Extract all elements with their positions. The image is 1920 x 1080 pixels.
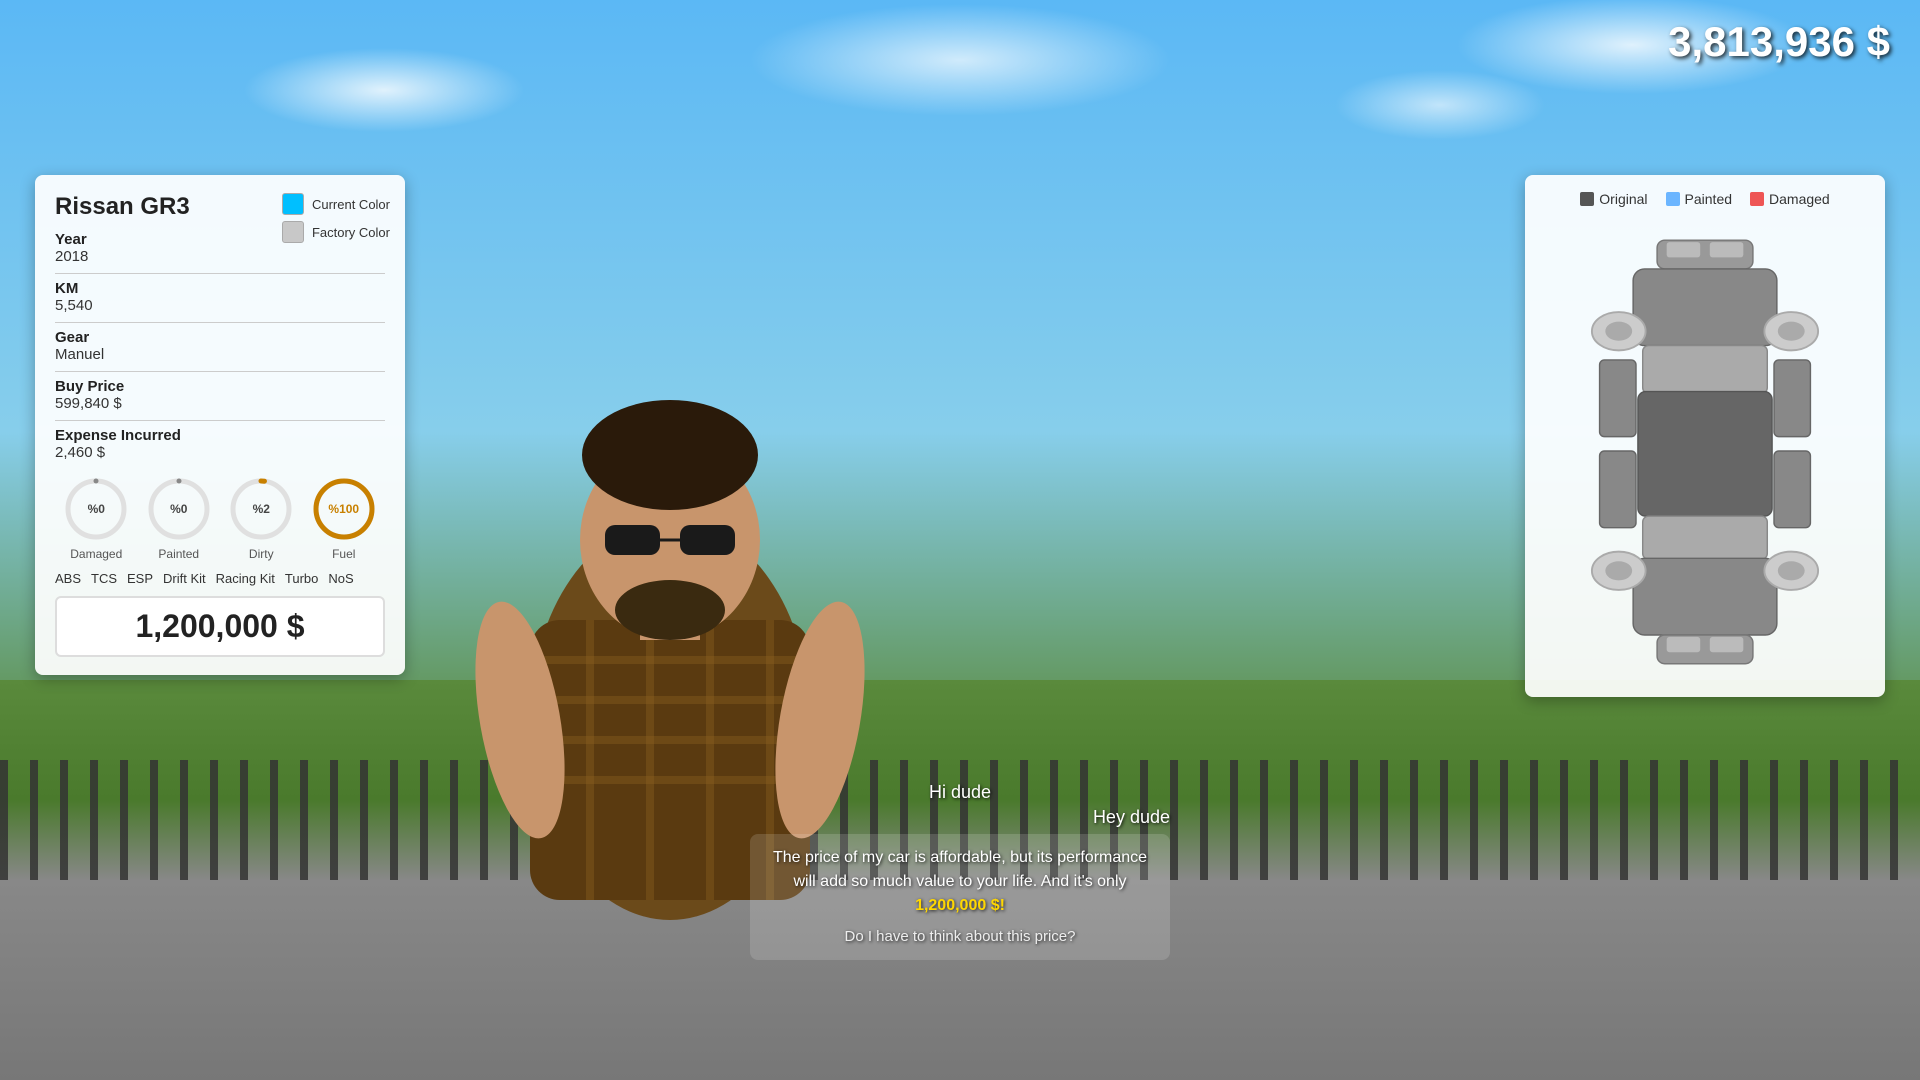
gauges-row: %0 Damaged %0 Painted %2 — [55, 475, 385, 561]
mod-abs: ABS — [55, 571, 81, 586]
legend-damaged-dot — [1750, 192, 1764, 206]
legend-painted-dot — [1666, 192, 1680, 206]
price-highlight: 1,200,000 $! — [915, 897, 1005, 914]
player-chat: Hi dude — [750, 782, 1170, 803]
npc-pitch-text: The price of my car is affordable, but i… — [773, 849, 1147, 914]
gear-label: Gear — [55, 329, 385, 346]
expense-label: Expense Incurred — [55, 427, 385, 444]
legend-original-dot — [1580, 192, 1594, 206]
mod-turbo: Turbo — [285, 571, 318, 586]
diagram-legend: Original Painted Damaged — [1539, 191, 1871, 207]
mod-tcs: TCS — [91, 571, 117, 586]
gauge-dirty: %2 Dirty — [227, 475, 295, 561]
divider-1 — [55, 273, 385, 274]
legend-original: Original — [1580, 191, 1647, 207]
gauge-painted-label: Painted — [158, 547, 199, 561]
gauge-painted: %0 Painted — [145, 475, 213, 561]
km-value: 5,540 — [55, 297, 385, 314]
divider-2 — [55, 322, 385, 323]
expense-section: Expense Incurred 2,460 $ — [55, 427, 385, 461]
legend-damaged: Damaged — [1750, 191, 1830, 207]
legend-painted-label: Painted — [1685, 191, 1732, 207]
km-label: KM — [55, 280, 385, 297]
mod-esp: ESP — [127, 571, 153, 586]
current-color-swatch — [282, 193, 304, 215]
buy-price-label: Buy Price — [55, 378, 385, 395]
chat-box: Hi dude Hey dude The price of my car is … — [750, 782, 1170, 961]
gauge-fuel-label: Fuel — [332, 547, 355, 561]
car-top-view — [1540, 221, 1870, 681]
gauge-dirty-label: Dirty — [249, 547, 274, 561]
year-value: 2018 — [55, 248, 385, 265]
current-color-label: Current Color — [312, 197, 390, 212]
divider-3 — [55, 371, 385, 372]
mods-bar: ABS TCS ESP Drift Kit Racing Kit Turbo N… — [55, 571, 385, 586]
legend-painted: Painted — [1666, 191, 1732, 207]
gear-section: Gear Manuel — [55, 329, 385, 363]
gauge-damaged-label: Damaged — [70, 547, 122, 561]
car-diagram-panel: Original Painted Damaged — [1525, 175, 1885, 697]
buy-price-value: 599,840 $ — [55, 395, 385, 412]
gear-value: Manuel — [55, 346, 385, 363]
gauge-damaged: %0 Damaged — [62, 475, 130, 561]
car-info-panel: Rissan GR3 Current Color Factory Color Y… — [35, 175, 405, 675]
money-display: 3,813,936 $ — [1668, 18, 1890, 66]
factory-color-row: Factory Color — [282, 221, 390, 243]
legend-original-label: Original — [1599, 191, 1647, 207]
mod-nos: NoS — [328, 571, 353, 586]
npc-dialog-bubble: The price of my car is affordable, but i… — [750, 834, 1170, 961]
factory-color-swatch — [282, 221, 304, 243]
color-indicators: Current Color Factory Color — [282, 193, 390, 243]
npc-question: Do I have to think about this price? — [768, 926, 1152, 949]
npc-greeting: Hey dude — [750, 807, 1170, 828]
expense-value: 2,460 $ — [55, 444, 385, 461]
buy-price-section: Buy Price 599,840 $ — [55, 378, 385, 412]
factory-color-label: Factory Color — [312, 225, 390, 240]
km-section: KM 5,540 — [55, 280, 385, 314]
mod-racing: Racing Kit — [216, 571, 275, 586]
gauge-fuel: %100 Fuel — [310, 475, 378, 561]
mod-drift: Drift Kit — [163, 571, 206, 586]
current-color-row: Current Color — [282, 193, 390, 215]
legend-damaged-label: Damaged — [1769, 191, 1830, 207]
divider-4 — [55, 420, 385, 421]
listing-price[interactable]: 1,200,000 $ — [55, 596, 385, 657]
